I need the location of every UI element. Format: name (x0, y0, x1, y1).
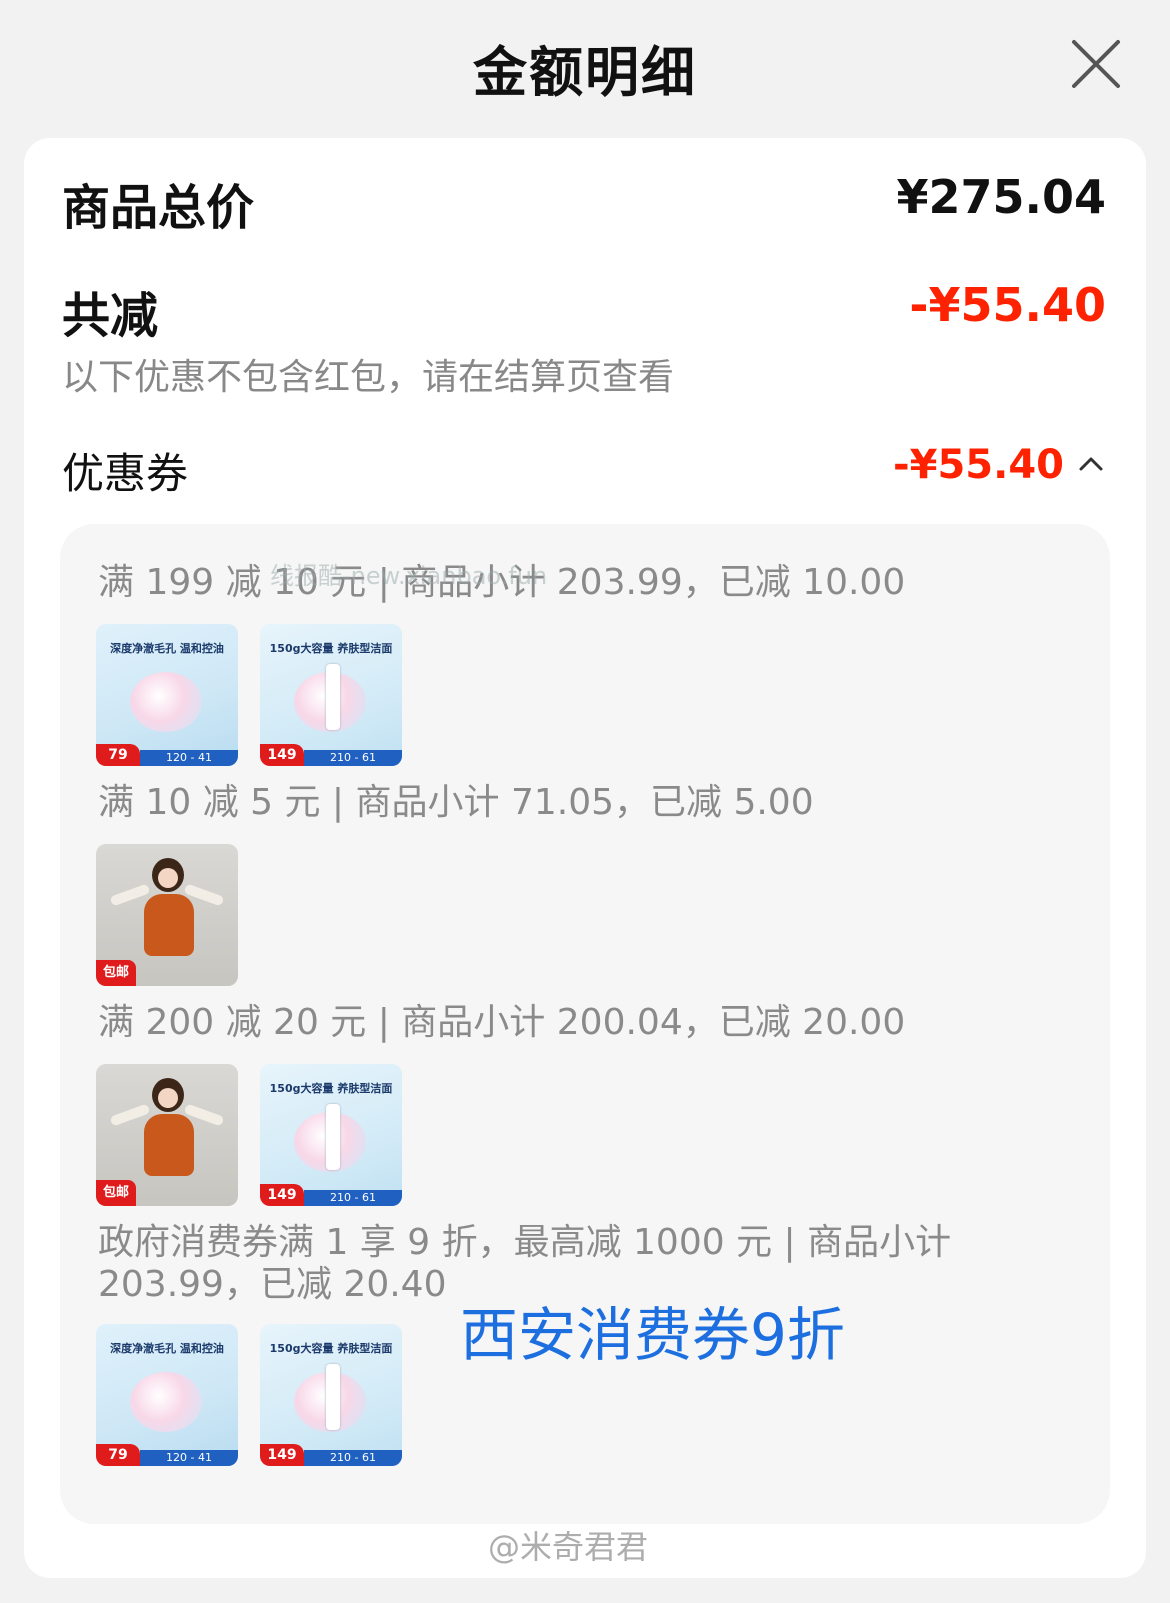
sheet-title: 金额明细 (473, 41, 697, 104)
chevron-up-icon[interactable] (1076, 450, 1106, 478)
total-price-label: 商品总价 (62, 180, 255, 236)
close-icon[interactable] (1068, 36, 1124, 92)
product-thumbnail[interactable]: 150g大容量 养肤型洁面 149 210 - 61 (260, 1064, 402, 1206)
amount-detail-sheet: 金额明细 商品总价 ¥275.04 共减 -¥55.40 以下优惠不包含红包，请… (0, 0, 1170, 1603)
discount-note: 以下优惠不包含红包，请在结算页查看 (62, 357, 675, 398)
coupon-value[interactable]: -¥55.40 (893, 442, 1064, 488)
coupon-group-title: 满 10 减 5 元 | 商品小计 71.05，已减 5.00 (98, 782, 814, 823)
coupon-group-title: 满 199 减 10 元 | 商品小计 203.99，已减 10.00 (98, 562, 906, 603)
product-thumbnail[interactable]: 深度净澈毛孔 温和控油 79 120 - 41 (96, 1324, 238, 1466)
watermark-text: @米奇君君 (488, 1528, 649, 1566)
coupon-group-title: 满 200 减 20 元 | 商品小计 200.04，已减 20.00 (98, 1002, 906, 1043)
total-price-value: ¥275.04 (896, 170, 1106, 224)
product-thumbnail[interactable]: 深度净澈毛孔 温和控油 79 120 - 41 (96, 624, 238, 766)
discount-value: -¥55.40 (909, 278, 1106, 332)
overlay-annotation: 西安消费券9折 (460, 1301, 845, 1369)
product-thumbnail[interactable]: 150g大容量 养肤型洁面 149 210 - 61 (260, 1324, 402, 1466)
discount-label: 共减 (62, 288, 159, 344)
product-thumbnail[interactable]: 150g大容量 养肤型洁面 149 210 - 61 (260, 624, 402, 766)
coupon-detail-panel: 满 199 减 10 元 | 商品小计 203.99，已减 10.00 深度净澈… (60, 524, 1110, 1524)
product-thumbnail[interactable]: 包邮 (96, 1064, 238, 1206)
watermark-text: 线报酷-new.xianbao.fun (270, 562, 548, 590)
coupon-label[interactable]: 优惠券 (62, 440, 188, 501)
product-thumbnail[interactable]: 包邮 (96, 844, 238, 986)
